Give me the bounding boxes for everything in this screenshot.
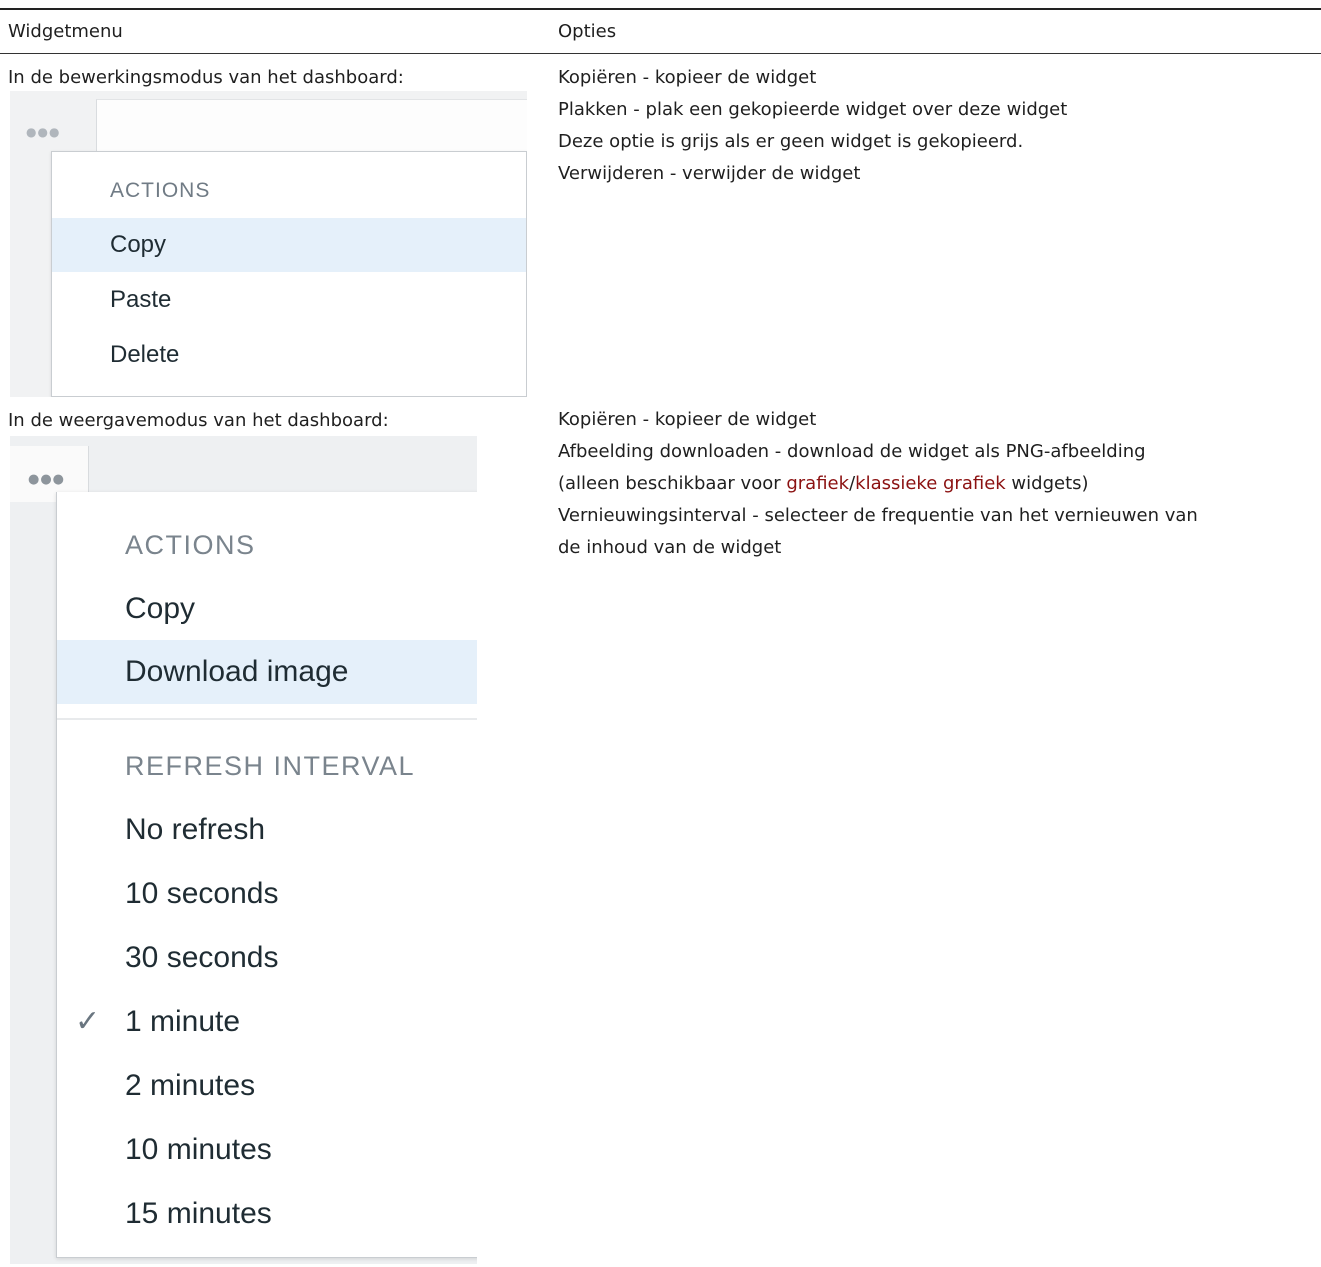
menu-item-copy[interactable]: Copy (57, 577, 477, 641)
option-delete: Verwijderen - verwijder de widget (558, 163, 861, 184)
header-opties: Opties (558, 21, 617, 42)
link-klassieke-grafiek[interactable]: klassieke grafiek (855, 473, 1006, 494)
menu-item-15-minutes[interactable]: 15 minutes (57, 1182, 477, 1246)
option-copy-view: Kopiëren - kopieer de widget (558, 409, 817, 430)
menu-item-10-minutes[interactable]: 10 minutes (57, 1118, 477, 1182)
menu-item-1-minute[interactable]: 1 minute (57, 990, 477, 1054)
option-refresh-cont: de inhoud van de widget (558, 537, 782, 558)
menu-section-refresh-interval: REFRESH INTERVAL (125, 751, 416, 781)
option-paste-note: Deze optie is grijs als er geen widget i… (558, 131, 1024, 152)
option-copy: Kopiëren - kopieer de widget (558, 67, 817, 88)
link-grafiek[interactable]: grafiek (786, 473, 849, 494)
edit-mode-screenshot: ●●● ACTIONS Copy Paste Delete (10, 91, 527, 397)
menu-item-download-image[interactable]: Download image (57, 640, 477, 704)
widget-menu-view: ACTIONS Copy Download image REFRESH INTE… (56, 492, 477, 1258)
table-header-rule (0, 53, 1321, 54)
option-download-note: (alleen beschikbaar voor grafiek/klassie… (558, 473, 1089, 494)
menu-item-30-seconds[interactable]: 30 seconds (57, 926, 477, 990)
dots-icon: ●●● (26, 125, 61, 139)
menu-section-actions: ACTIONS (110, 179, 211, 202)
option-download: Afbeelding downloaden - download de widg… (558, 441, 1146, 462)
menu-item-delete[interactable]: Delete (52, 328, 526, 382)
edit-mode-options: Kopiëren - kopieer de widget Plakken - p… (558, 62, 1067, 190)
menu-section-actions: ACTIONS (125, 530, 256, 560)
menu-item-2-minutes[interactable]: 2 minutes (57, 1054, 477, 1118)
menu-item-paste[interactable]: Paste (52, 273, 526, 327)
view-mode-screenshot: ●●● ACTIONS Copy Download image REFRESH … (10, 436, 477, 1264)
menu-separator (57, 718, 477, 720)
option-paste: Plakken - plak een gekopieerde widget ov… (558, 99, 1068, 120)
view-mode-options: Kopiëren - kopieer de widget Afbeelding … (558, 404, 1198, 564)
option-refresh: Vernieuwingsinterval - selecteer de freq… (558, 505, 1198, 526)
menu-item-copy[interactable]: Copy (52, 218, 526, 272)
menu-item-no-refresh[interactable]: No refresh (57, 798, 477, 862)
header-widgetmenu: Widgetmenu (8, 21, 123, 42)
dots-icon: ●●● (28, 472, 66, 487)
widget-menu-edit: ACTIONS Copy Paste Delete (51, 151, 527, 397)
table-top-rule (0, 8, 1321, 10)
menu-item-10-seconds[interactable]: 10 seconds (57, 862, 477, 926)
view-mode-label: In de weergavemodus van het dashboard: (8, 410, 389, 431)
edit-mode-label: In de bewerkingsmodus van het dashboard: (8, 67, 404, 88)
